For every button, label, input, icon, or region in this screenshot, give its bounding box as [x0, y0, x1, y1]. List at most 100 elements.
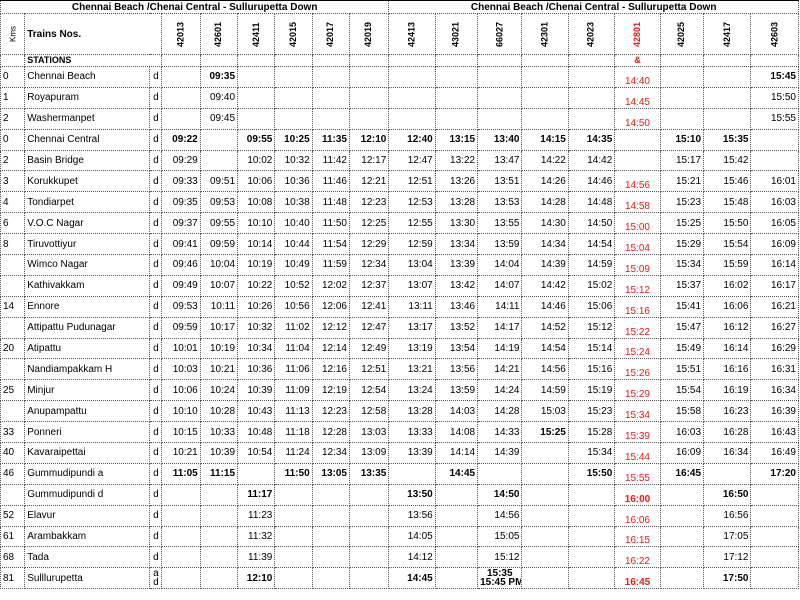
arr-dep-flag: d [149, 525, 163, 548]
train-number-42603: 42603 [750, 13, 799, 55]
time-cell: 12:21 [348, 170, 390, 193]
time-cell: 13:54 [434, 337, 479, 360]
time-cell: 10:34 [237, 337, 276, 360]
time-cell [521, 504, 569, 527]
time-cell: 15:41 [659, 295, 705, 318]
km-cell: 20 [0, 337, 26, 360]
time-cell: 14:54 [567, 233, 616, 256]
time-cell [750, 128, 799, 151]
time-cell: 09:22 [161, 128, 201, 151]
station-name: Wimco Nagar [24, 254, 151, 276]
km-cell: 0 [0, 128, 26, 151]
time-cell: 14:14 [434, 442, 479, 464]
time-cell: 12:59 [388, 233, 436, 256]
time-cell: 12:23 [348, 191, 390, 214]
table-row: 4 Tondiarpet d 09:35 09:53 10:08 10:38 11:48 12:… [0, 191, 799, 214]
time-cell: 16:14 [703, 337, 752, 360]
time-cell [521, 567, 569, 590]
time-cell: 12:34 [311, 442, 350, 464]
km-cell [0, 254, 26, 276]
time-cell: 16:22 [614, 546, 661, 569]
time-cell: 14:21 [477, 358, 523, 381]
time-cell: 15:29 [614, 379, 661, 402]
arr-dep-flag: d [149, 442, 163, 464]
time-cell [477, 462, 523, 485]
time-cell: 10:08 [237, 191, 276, 214]
time-cell [348, 107, 390, 130]
train-number-42025: 42025 [660, 13, 704, 55]
time-cell: 15:50 [567, 462, 616, 485]
station-name: Anupampattu [24, 400, 151, 423]
time-cell: 16:21 [750, 295, 799, 318]
time-cell: 11:50 [311, 212, 350, 235]
time-cell: 16:29 [750, 337, 799, 360]
time-cell: 15:10 [659, 128, 705, 151]
time-cell: 14:30 [521, 212, 569, 235]
time-cell: 14:40 [614, 66, 661, 88]
time-cell: 09:51 [199, 170, 239, 193]
km-cell [0, 400, 26, 423]
time-cell: 16:09 [750, 233, 799, 256]
table-row: 61 Arambakkam d 11:32 14:05 15:05 16:15 17:05 [0, 525, 799, 548]
time-cell: 10:15 [161, 421, 201, 444]
station-name: Ponneri [24, 421, 151, 444]
time-cell: 13:17 [388, 316, 436, 339]
km-cell [0, 483, 26, 506]
train-number-42301: 42301 [521, 13, 569, 55]
station-name: Ennore [24, 295, 151, 318]
station-name: Arambakkam [24, 525, 151, 548]
time-cell [388, 86, 436, 109]
time-cell: 09:53 [161, 295, 201, 318]
time-cell: 15:25 [659, 212, 705, 235]
time-cell [750, 504, 799, 527]
arr-dep-flag: d [149, 546, 163, 569]
time-cell: 15:48 [703, 191, 752, 214]
time-cell: 16:45 [614, 567, 661, 590]
time-cell: 10:28 [199, 400, 239, 423]
station-name: V.O.C Nagar [24, 212, 151, 235]
train-number-header-row: Kms Trains Nos. 42013 42601 42411 42015 42017 4… [0, 13, 799, 55]
time-cell: 15:23 [567, 400, 616, 423]
time-cell [388, 462, 436, 485]
arr-dep-flag: d [149, 149, 163, 172]
time-cell [388, 107, 436, 130]
time-cell: 14:50 [477, 483, 523, 506]
time-cell: 15:46 [703, 170, 752, 193]
time-cell: 15:44 [614, 442, 661, 464]
time-cell: 13:56 [388, 504, 436, 527]
station-name: Tiruvottiyur [24, 233, 151, 256]
table-row: 20 Atipattu d 10:01 10:19 10:34 11:04 12:14 12:4… [0, 337, 799, 360]
time-cell: 11:02 [274, 316, 313, 339]
table-row: 0 Chennai Central d 09:22 09:55 10:25 11:35 12:… [0, 128, 799, 151]
time-cell: 14:42 [521, 274, 569, 297]
empty-cell [388, 54, 436, 67]
table-row: 2 Basin Bridge d 09:29 10:02 10:32 11:42 12:17 1… [0, 149, 799, 172]
time-cell: 10:06 [237, 170, 276, 193]
station-name: Korukkupet [24, 170, 151, 193]
time-cell: 13:39 [388, 442, 436, 464]
table-row: 68 Tada d 11:39 14:12 15:12 16:22 17:12 [0, 546, 799, 569]
time-cell: 15:54 [659, 379, 705, 402]
table-row: 0 Chennai Beach d 09:35 14:40 15:45 [0, 66, 799, 88]
time-cell: 13:56 [434, 358, 479, 381]
time-cell: 15:55 [750, 107, 799, 130]
time-cell: 10:44 [274, 233, 313, 256]
time-cell: 10:19 [199, 337, 239, 360]
time-cell: 11:35 [311, 128, 350, 151]
time-cell: 14:45 [388, 567, 436, 590]
time-cell: 10:49 [274, 254, 313, 276]
station-name: Gummudipundi a [24, 462, 151, 485]
arr-dep-flag: d [149, 400, 163, 423]
time-cell: 15:17 [659, 149, 705, 172]
empty-cell [567, 54, 616, 67]
time-cell: 11:24 [274, 442, 313, 464]
time-cell [161, 107, 201, 130]
time-cell [659, 567, 705, 590]
time-cell: 13:35 [348, 462, 390, 485]
time-cell [161, 66, 201, 88]
time-cell: 15:42 [703, 149, 752, 172]
train-number-42023: 42023 [568, 13, 615, 55]
time-cell: 15:03 [521, 400, 569, 423]
time-cell [311, 483, 350, 506]
train-number-42019: 42019 [349, 13, 389, 55]
